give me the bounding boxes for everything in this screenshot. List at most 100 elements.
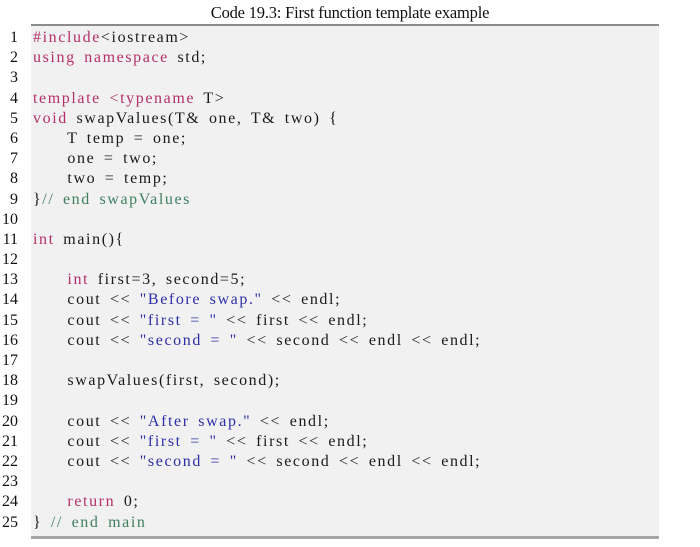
keyword-token: int: [33, 230, 55, 248]
code-token: T>: [195, 89, 226, 107]
line-number: 7: [10, 150, 18, 168]
line-number: 8: [10, 170, 18, 188]
code-line: 12: [0, 250, 700, 270]
string-token: "first = ": [139, 432, 218, 450]
line-number: 18: [2, 372, 18, 390]
code-token: << second << endl << endl;: [237, 452, 482, 470]
line-number: 20: [2, 412, 18, 430]
code-token: cout <<: [33, 452, 140, 470]
code-line: 7 one = two;: [0, 149, 700, 169]
code-text: T temp = one;: [33, 129, 187, 149]
code-caption: Code 19.3: First function template examp…: [210, 3, 490, 22]
code-text: #include<iostream>: [33, 28, 190, 48]
code-text: two = temp;: [33, 169, 168, 189]
code-line: 20 cout << "After swap." << endl;: [0, 412, 700, 432]
code-text: cout << "second = " << second << endl <<…: [33, 452, 481, 472]
line-number: 15: [2, 311, 18, 329]
line-number: 23: [2, 473, 18, 491]
line-number: 10: [2, 210, 18, 228]
code-text: cout << "first = " << first << endl;: [33, 311, 368, 331]
code-text: one = two;: [33, 149, 158, 169]
code-line: 5 void swapValues(T& one, T& two) {: [0, 109, 700, 129]
code-line: 25 } // end main: [0, 513, 700, 533]
code-line: 4 template <typename T>: [0, 89, 700, 109]
code-text: cout << "second = " << second << endl <<…: [33, 331, 481, 351]
string-token: "Before swap.": [139, 291, 263, 309]
string-token: "After swap.": [139, 412, 252, 430]
code-line: 15 cout << "first = " << first << endl;: [0, 311, 700, 331]
code-token: cout <<: [33, 412, 140, 430]
code-token: two = temp;: [33, 170, 169, 188]
code-token: cout <<: [33, 311, 140, 329]
code-line: 23: [0, 472, 700, 492]
line-number: 4: [10, 89, 18, 107]
line-number: 11: [2, 230, 18, 248]
line-number: 2: [10, 49, 18, 67]
code-text: using namespace std;: [33, 48, 207, 68]
line-number: 5: [10, 109, 18, 127]
line-number: 17: [2, 352, 18, 369]
string-token: "second = ": [139, 331, 238, 349]
comment-token: // end main: [50, 513, 147, 531]
line-number: 22: [2, 452, 18, 470]
code-token: << second << endl << endl;: [237, 331, 482, 349]
code-token: << endl;: [251, 412, 330, 430]
code-listing: 1 #include<iostream> 2 using namespace std;…: [0, 28, 700, 533]
code-text: cout << "After swap." << endl;: [33, 412, 330, 432]
comment-token: // end swapValues: [42, 190, 192, 208]
line-number: 6: [10, 129, 18, 147]
code-line: 17: [0, 351, 700, 371]
keyword-token: using namespace: [33, 49, 169, 67]
line-number: 1: [10, 29, 18, 46]
code-token: cout <<: [33, 291, 140, 309]
code-token: std;: [168, 49, 207, 67]
code-token: swapValues(T& one, T& two) {: [67, 109, 339, 127]
code-line: 14 cout << "Before swap." << endl;: [0, 290, 700, 310]
keyword-token: return: [67, 493, 116, 511]
code-line: 1 #include<iostream>: [0, 28, 700, 48]
string-token: "second = ": [139, 452, 238, 470]
code-token: T temp = one;: [33, 129, 187, 147]
string-token: "first = ": [139, 311, 218, 329]
keyword-token: void: [33, 109, 68, 127]
line-number: 3: [10, 69, 18, 87]
line-number: 14: [2, 291, 18, 309]
code-text: template <typename T>: [33, 89, 225, 109]
line-number: 16: [2, 331, 18, 349]
keyword-token: int: [67, 271, 90, 289]
code-text: return 0;: [33, 492, 139, 512]
code-text: int main(){: [33, 230, 125, 250]
code-token: << endl;: [262, 291, 342, 309]
code-token: main(){: [54, 230, 125, 248]
code-token: <iostream>: [100, 29, 191, 46]
code-line: 9}// end swapValues: [0, 190, 700, 210]
code-token: cout <<: [33, 432, 140, 450]
code-token: swapValues(first, second);: [33, 372, 281, 390]
code-text: int first=3, second=5;: [33, 270, 246, 290]
code-line: 6 T temp = one;: [0, 129, 700, 149]
code-token: first=3, second=5;: [89, 271, 247, 289]
code-line: 18 swapValues(first, second);: [0, 371, 700, 391]
line-number: 25: [2, 513, 18, 531]
code-line: 8 two = temp;: [0, 169, 700, 189]
line-number: 21: [2, 432, 18, 450]
code-text: } // end main: [33, 513, 146, 533]
keyword-token: template <typename: [33, 89, 196, 107]
code-token: << first << endl;: [217, 432, 369, 450]
code-line: 16 cout << "second = " << second << endl…: [0, 331, 700, 351]
code-line: 21 cout << "first = " << first << endl;: [0, 432, 700, 452]
code-line: 19: [0, 391, 700, 411]
code-token: }: [33, 190, 43, 208]
code-text: cout << "Before swap." << endl;: [33, 290, 341, 310]
code-token: << first << endl;: [217, 311, 369, 329]
code-line: 24 return 0;: [0, 492, 700, 512]
line-number: 19: [2, 392, 18, 410]
code-text: }// end swapValues: [33, 190, 191, 210]
code-text: void swapValues(T& one, T& two) {: [33, 109, 338, 129]
code-token: cout <<: [33, 331, 140, 349]
preprocessor-token: #include: [33, 29, 101, 46]
code-line: 11 int main(){: [0, 230, 700, 250]
code-text: swapValues(first, second);: [33, 371, 281, 391]
